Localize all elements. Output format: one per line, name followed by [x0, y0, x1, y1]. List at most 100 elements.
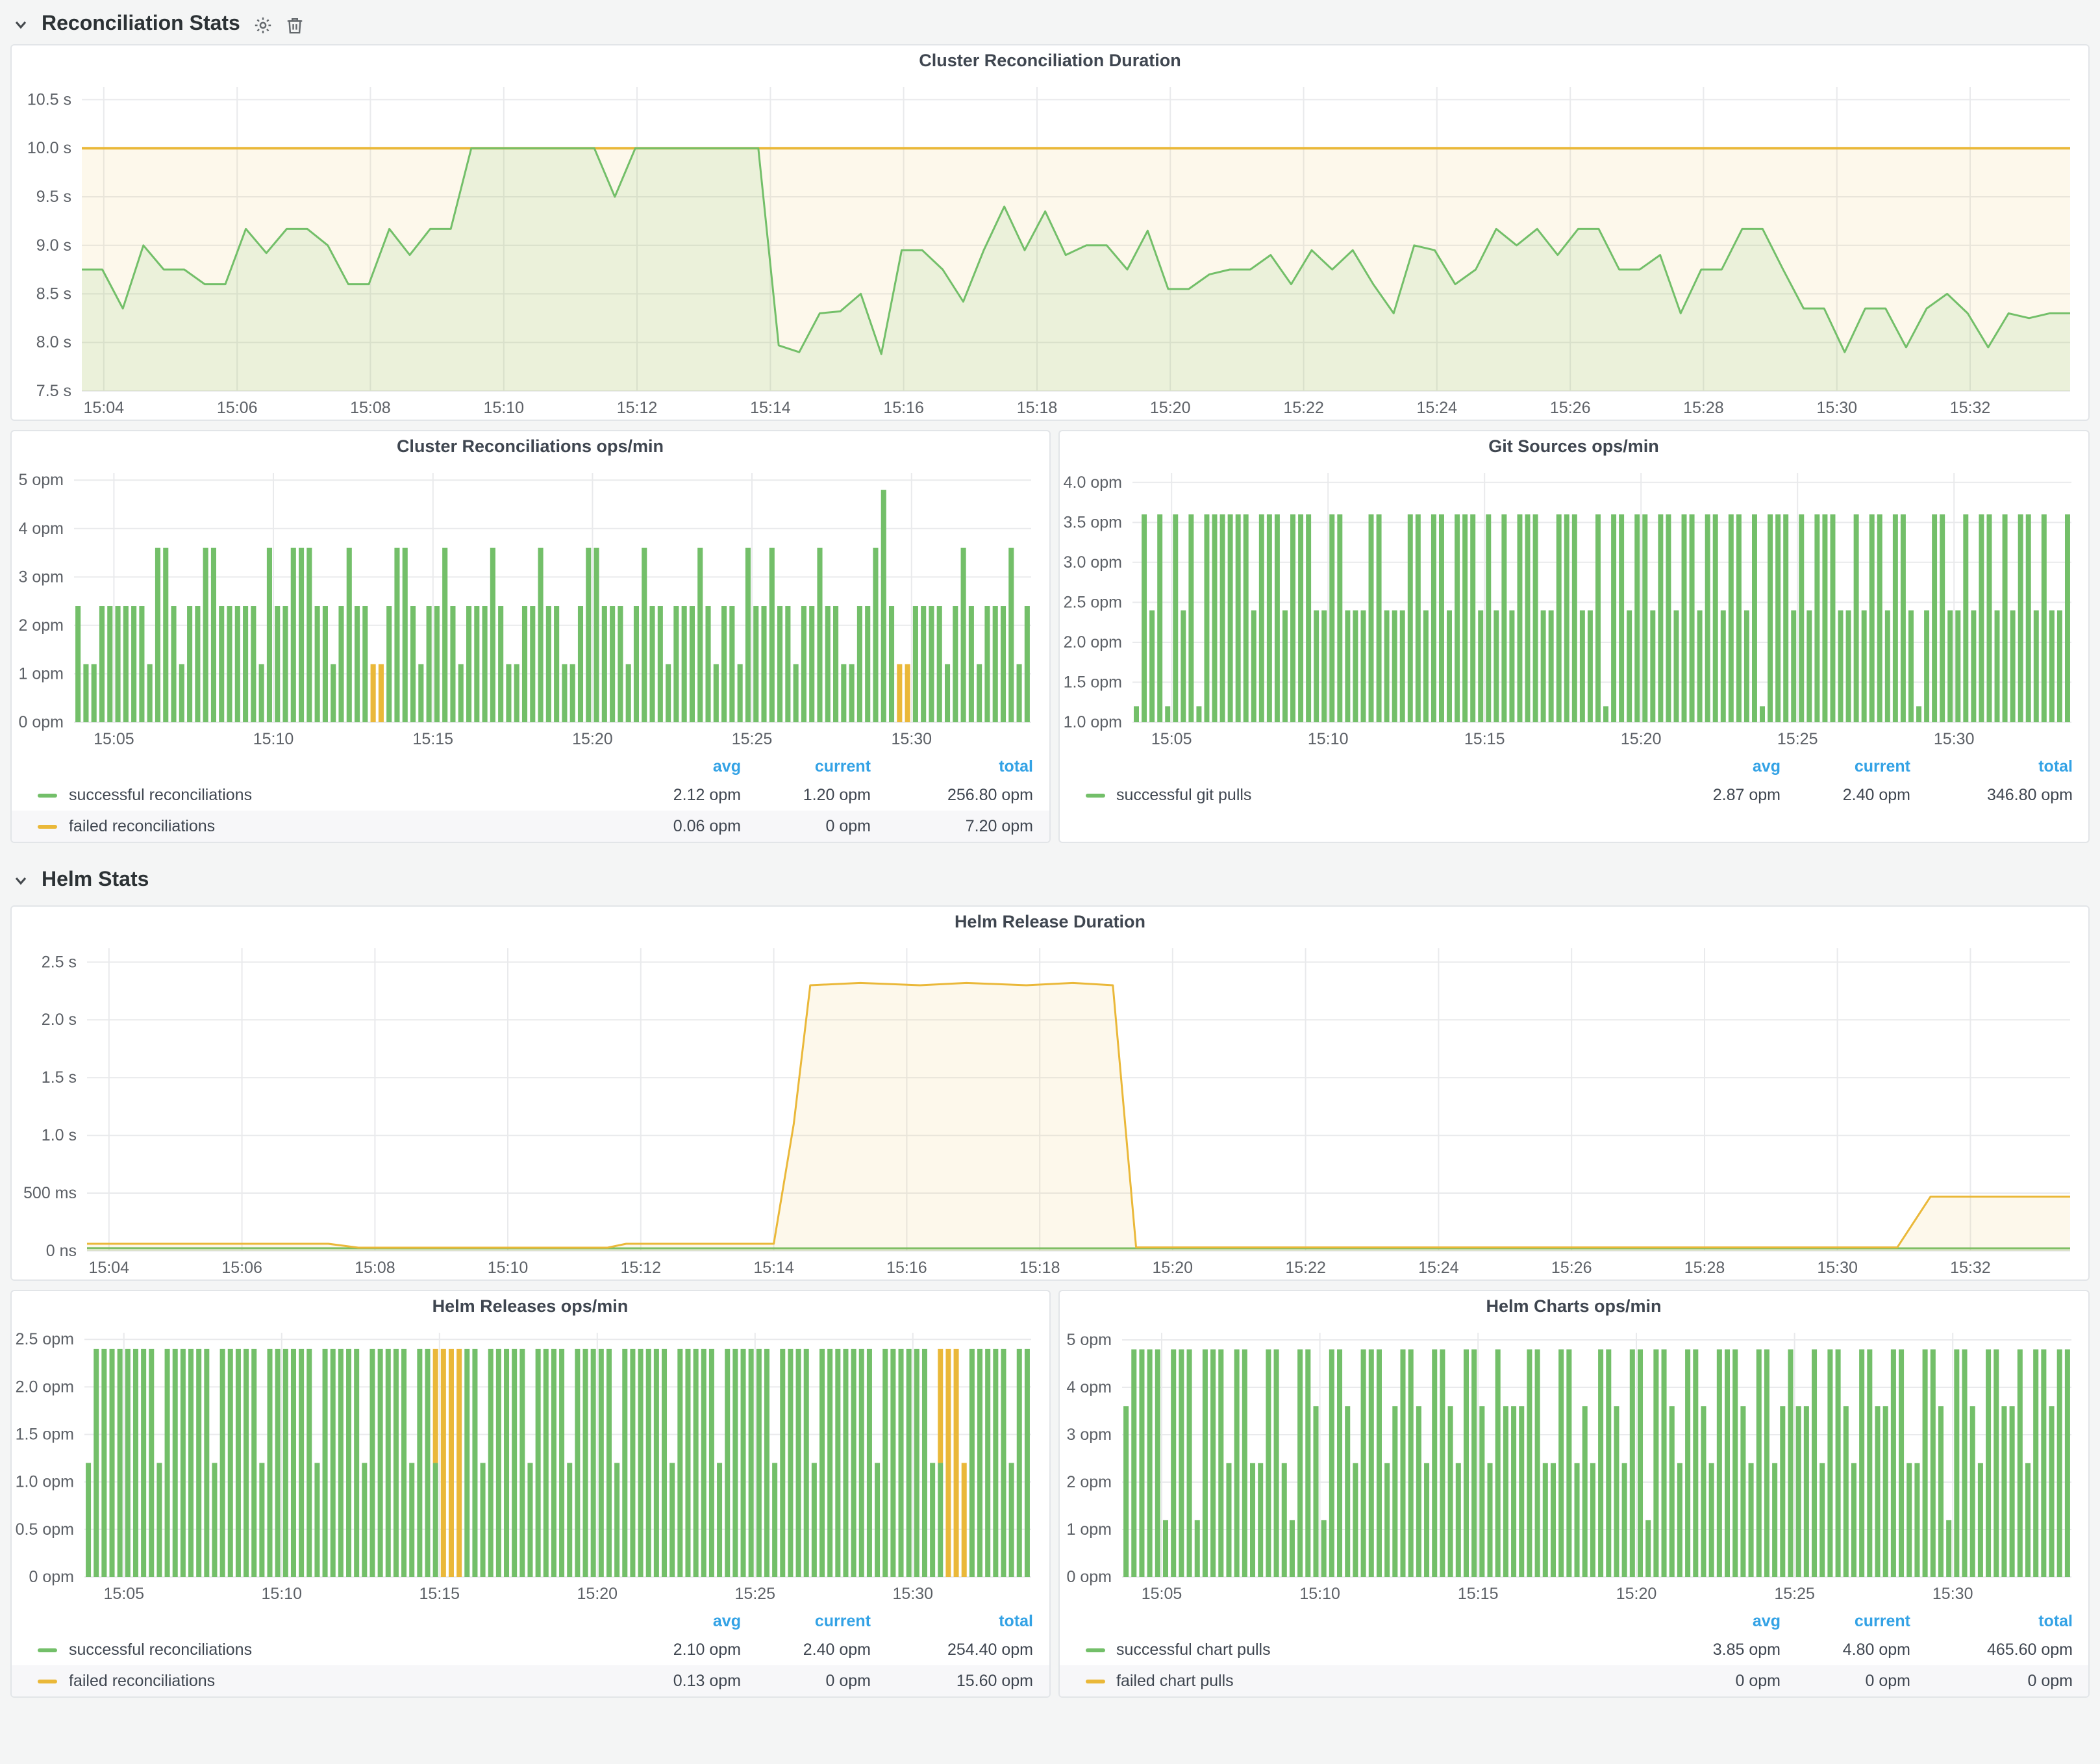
chevron-down-icon[interactable] — [13, 873, 29, 888]
svg-text:15:10: 15:10 — [488, 1259, 529, 1277]
svg-text:1.5 opm: 1.5 opm — [16, 1426, 74, 1444]
svg-text:1 opm: 1 opm — [19, 664, 64, 683]
svg-text:9.5 s: 9.5 s — [36, 188, 71, 206]
legend-header-total[interactable]: total — [1910, 757, 2073, 775]
helm-release-duration-plot[interactable]: 0 ns500 ms1.0 s1.5 s2.0 s2.5 s15:0415:06… — [12, 938, 2088, 1279]
svg-text:10.0 s: 10.0 s — [27, 139, 71, 157]
legend-header: avgcurrenttotal — [12, 1608, 1049, 1634]
svg-text:0.5 opm: 0.5 opm — [16, 1520, 74, 1539]
legend-header-total[interactable]: total — [871, 1612, 1033, 1630]
svg-text:15:12: 15:12 — [617, 399, 658, 417]
svg-text:2.5 opm: 2.5 opm — [1063, 593, 1121, 611]
git-sources-chart[interactable]: 1.0 opm1.5 opm2.0 opm2.5 opm3.0 opm3.5 o… — [1059, 462, 2088, 751]
legend-header-current[interactable]: current — [741, 757, 871, 775]
legend-label[interactable]: successful reconciliations — [69, 786, 252, 804]
svg-text:15:20: 15:20 — [1620, 730, 1661, 748]
cluster-reconciliations-chart[interactable]: 0 opm1 opm2 opm3 opm4 opm5 opm15:0515:10… — [12, 462, 1049, 751]
series-color-dash — [1085, 1679, 1105, 1683]
gear-icon[interactable] — [253, 15, 273, 34]
svg-text:15:08: 15:08 — [350, 399, 391, 417]
svg-text:10.5 s: 10.5 s — [27, 90, 71, 108]
svg-text:0 opm: 0 opm — [29, 1568, 74, 1586]
svg-text:15:06: 15:06 — [217, 399, 258, 417]
svg-text:1.0 opm: 1.0 opm — [1063, 713, 1121, 731]
legend-item[interactable]: successful reconciliations2.10 opm2.40 o… — [12, 1634, 1049, 1665]
helm-releases-opm-plot[interactable]: 0 opm0.5 opm1.0 opm1.5 opm2.0 opm2.5 opm… — [12, 1322, 1049, 1606]
svg-text:15:30: 15:30 — [892, 730, 932, 748]
legend-value: 2.10 opm — [618, 1641, 741, 1659]
panel-helm-releases: Helm Releases ops/min 0 opm0.5 opm1.0 op… — [10, 1290, 1050, 1698]
svg-text:15:10: 15:10 — [262, 1585, 303, 1603]
panel-title[interactable]: Helm Charts ops/min — [1059, 1291, 2088, 1322]
legend-header-avg[interactable]: avg — [618, 1612, 741, 1630]
legend-header-avg[interactable]: avg — [618, 757, 741, 775]
legend-label[interactable]: failed chart pulls — [1116, 1672, 1234, 1690]
svg-text:15:08: 15:08 — [355, 1259, 395, 1277]
svg-text:2.0 s: 2.0 s — [42, 1011, 77, 1029]
helm-charts-opm-plot[interactable]: 0 opm1 opm2 opm3 opm4 opm5 opm15:0515:10… — [1059, 1322, 2089, 1606]
legend-header-total[interactable]: total — [871, 757, 1033, 775]
svg-text:15:16: 15:16 — [883, 399, 924, 417]
legend-item[interactable]: successful reconciliations2.12 opm1.20 o… — [12, 779, 1049, 811]
svg-text:15:05: 15:05 — [104, 1585, 145, 1603]
cluster-reconciliations-opm-plot[interactable]: 0 opm1 opm2 opm3 opm4 opm5 opm15:0515:10… — [12, 462, 1049, 751]
legend-item[interactable]: successful chart pulls3.85 opm4.80 opm46… — [1059, 1634, 2088, 1665]
section-title[interactable]: Helm Stats — [42, 869, 149, 892]
panel-cluster-reconciliation-duration: Cluster Reconciliation Duration 7.5 s8.0… — [10, 44, 2090, 421]
series-color-dash — [38, 824, 57, 828]
svg-text:4 opm: 4 opm — [1066, 1378, 1111, 1396]
legend-label[interactable]: failed reconciliations — [69, 817, 215, 835]
legend-label[interactable]: failed reconciliations — [69, 1672, 215, 1690]
legend-header: avgcurrenttotal — [1059, 753, 2088, 779]
legend-item[interactable]: failed reconciliations0.13 opm0 opm15.60… — [12, 1665, 1049, 1696]
svg-text:4.0 opm: 4.0 opm — [1063, 473, 1121, 492]
legend-header: avgcurrenttotal — [1059, 1608, 2088, 1634]
section-title[interactable]: Reconciliation Stats — [42, 13, 240, 36]
svg-text:3.5 opm: 3.5 opm — [1063, 513, 1121, 531]
panel-title[interactable]: Cluster Reconciliations ops/min — [12, 431, 1049, 462]
legend-value: 0 opm — [741, 817, 871, 835]
helm-release-duration-chart[interactable]: 0 ns500 ms1.0 s1.5 s2.0 s2.5 s15:0415:06… — [12, 938, 2088, 1279]
legend-header-current[interactable]: current — [741, 1612, 871, 1630]
chevron-down-icon[interactable] — [13, 17, 29, 32]
legend-header-avg[interactable]: avg — [1657, 1612, 1781, 1630]
section-header-reconciliation-stats[interactable]: Reconciliation Stats — [0, 5, 2100, 44]
legend-header-current[interactable]: current — [1781, 1612, 1910, 1630]
legend-header-avg[interactable]: avg — [1657, 757, 1781, 775]
legend-label[interactable]: successful reconciliations — [69, 1641, 252, 1659]
legend-item[interactable]: failed chart pulls0 opm0 opm0 opm — [1059, 1665, 2088, 1696]
legend-value: 2.40 opm — [1781, 786, 1910, 804]
svg-text:9.0 s: 9.0 s — [36, 236, 71, 255]
svg-text:15:15: 15:15 — [413, 730, 454, 748]
panel-title[interactable]: Git Sources ops/min — [1059, 431, 2088, 462]
svg-text:15:14: 15:14 — [753, 1259, 794, 1277]
svg-text:15:05: 15:05 — [94, 730, 134, 748]
section-header-helm-stats[interactable]: Helm Stats — [0, 861, 2100, 900]
svg-text:15:30: 15:30 — [1817, 399, 1858, 417]
helm-releases-chart[interactable]: 0 opm0.5 opm1.0 opm1.5 opm2.0 opm2.5 opm… — [12, 1322, 1049, 1606]
panel-title[interactable]: Helm Release Duration — [12, 907, 2088, 938]
svg-text:15:15: 15:15 — [1457, 1585, 1498, 1603]
panel-title[interactable]: Helm Releases ops/min — [12, 1291, 1049, 1322]
legend-item[interactable]: failed reconciliations0.06 opm0 opm7.20 … — [12, 811, 1049, 842]
svg-text:15:32: 15:32 — [1950, 399, 1991, 417]
legend-item[interactable]: successful git pulls2.87 opm2.40 opm346.… — [1059, 779, 2088, 811]
svg-text:15:12: 15:12 — [621, 1259, 662, 1277]
panel-title[interactable]: Cluster Reconciliation Duration — [12, 45, 2088, 77]
legend-header: avgcurrenttotal — [12, 753, 1049, 779]
helm-charts-chart[interactable]: 0 opm1 opm2 opm3 opm4 opm5 opm15:0515:10… — [1059, 1322, 2088, 1606]
legend-header-current[interactable]: current — [1781, 757, 1910, 775]
git-sources-opm-plot[interactable]: 1.0 opm1.5 opm2.0 opm2.5 opm3.0 opm3.5 o… — [1059, 462, 2089, 751]
legend-value: 15.60 opm — [871, 1672, 1033, 1690]
legend-header-total[interactable]: total — [1910, 1612, 2073, 1630]
svg-text:15:10: 15:10 — [484, 399, 525, 417]
cluster-reconciliation-duration-plot[interactable]: 7.5 s8.0 s8.5 s9.0 s9.5 s10.0 s10.5 s15:… — [12, 77, 2088, 420]
svg-text:15:28: 15:28 — [1684, 1259, 1725, 1277]
legend-value: 0 opm — [1910, 1672, 2073, 1690]
cluster-reconciliation-duration-chart[interactable]: 7.5 s8.0 s8.5 s9.0 s9.5 s10.0 s10.5 s15:… — [12, 77, 2088, 420]
legend-label[interactable]: successful git pulls — [1116, 786, 1251, 804]
trash-icon[interactable] — [286, 15, 304, 34]
legend-label[interactable]: successful chart pulls — [1116, 1641, 1271, 1659]
svg-text:15:25: 15:25 — [735, 1585, 776, 1603]
svg-text:3.0 opm: 3.0 opm — [1063, 553, 1121, 572]
